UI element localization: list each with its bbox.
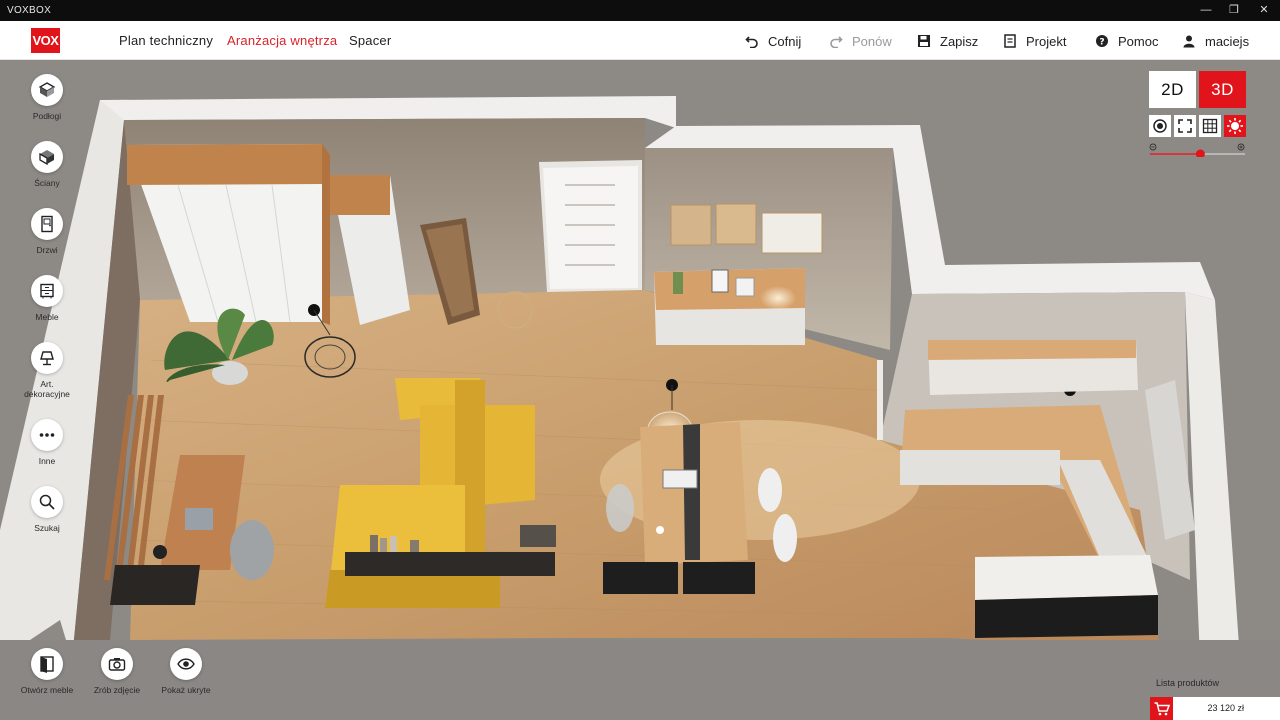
cart-summary[interactable]: 23 120 zł <box>1150 697 1280 720</box>
entrance-door <box>539 160 642 292</box>
view-3d-button[interactable]: 3D <box>1199 71 1246 108</box>
room-3d-render[interactable] <box>0 60 1280 720</box>
save-label: Zapisz <box>940 33 979 49</box>
tab-technical-plan[interactable]: Plan techniczny <box>119 33 213 48</box>
grid-toggle-button[interactable] <box>1199 115 1221 137</box>
redo-label: Ponów <box>852 33 892 49</box>
redo-icon <box>830 36 843 48</box>
help-button[interactable]: ? Pomoc <box>1095 32 1158 50</box>
door-icon <box>31 208 63 240</box>
product-list-label[interactable]: Lista produktów <box>1156 678 1219 688</box>
walls-icon <box>31 141 63 173</box>
wall-picture-1 <box>670 204 712 246</box>
minimize-button[interactable]: — <box>1195 2 1217 19</box>
sidebar-item-furniture[interactable]: Meble <box>1 275 93 322</box>
desk-chair <box>230 520 274 580</box>
sidebar-item-label: Drzwi <box>36 245 58 255</box>
lighting-toggle-button[interactable] <box>1224 115 1246 137</box>
grid-icon <box>1202 118 1218 134</box>
top-toolbar: VOX Plan techniczny Aranżacja wnętrza Sp… <box>0 21 1280 60</box>
save-icon <box>918 35 930 47</box>
sidebar-item-decorations[interactable]: Art. dekoracyjne <box>1 342 93 399</box>
window-title: VOXBOX <box>7 5 52 16</box>
user-name: maciejs <box>1205 33 1250 49</box>
wall-picture-3 <box>761 212 823 254</box>
sidebar-item-label: Meble <box>35 312 59 322</box>
sidebar-item-floors[interactable]: Podłogi <box>1 74 93 121</box>
undo-icon <box>745 36 758 48</box>
sidebar-item-search[interactable]: Szukaj <box>1 486 93 533</box>
open-cabinet-icon <box>31 648 63 680</box>
dining-table <box>640 422 748 565</box>
vox-logo: VOX <box>31 28 60 53</box>
window-title-bar: VOXBOX — ❐ ✕ <box>0 0 1280 21</box>
undo-button[interactable]: Cofnij <box>745 32 801 50</box>
user-menu[interactable]: maciejs <box>1182 32 1249 50</box>
view-2d-button[interactable]: 2D <box>1149 71 1196 108</box>
fullscreen-icon <box>1178 119 1192 133</box>
sidebar-item-label: Art. dekoracyjne <box>1 379 93 399</box>
furniture-icon <box>31 275 63 307</box>
project-button[interactable]: Projekt <box>1003 32 1066 50</box>
tab-walkthrough[interactable]: Spacer <box>349 33 391 48</box>
help-icon: ? <box>1096 35 1108 48</box>
sidebar-item-label: Podłogi <box>32 111 62 121</box>
cart-total: 23 120 zł <box>1207 703 1244 713</box>
fullscreen-button[interactable] <box>1174 115 1196 137</box>
target-icon <box>1153 119 1167 133</box>
close-button[interactable]: ✕ <box>1253 2 1275 19</box>
restore-button[interactable]: ❐ <box>1223 2 1245 19</box>
help-label: Pomoc <box>1118 33 1159 49</box>
sidebar-item-other[interactable]: Inne <box>1 419 93 466</box>
zoom-thumb[interactable] <box>1195 149 1205 159</box>
tab-interior-design[interactable]: Aranżacja wnętrza <box>227 33 337 48</box>
label-line: Art. <box>40 379 54 389</box>
svg-text:?: ? <box>1099 38 1104 48</box>
wall-picture-2 <box>715 203 757 245</box>
zoom-in-icon[interactable] <box>1237 143 1245 151</box>
sun-icon <box>1227 118 1243 134</box>
show-hidden-label: Pokaż ukryte <box>161 685 211 695</box>
document-icon <box>1004 34 1016 48</box>
cart-icon[interactable] <box>1150 697 1173 720</box>
lamp-icon <box>31 342 63 374</box>
redo-button[interactable]: Ponów <box>829 32 892 50</box>
sidebar-item-doors[interactable]: Drzwi <box>1 208 93 255</box>
sidebar-item-label: Inne <box>38 456 56 466</box>
sidebar-item-label: Ściany <box>34 178 60 188</box>
zoom-slider[interactable] <box>1149 143 1246 159</box>
sidebar-item-label: Szukaj <box>34 523 60 533</box>
project-label: Projekt <box>1026 33 1067 49</box>
zoom-out-icon[interactable] <box>1149 143 1157 151</box>
show-hidden-button[interactable]: Pokaż ukryte <box>140 648 232 695</box>
search-icon <box>31 486 63 518</box>
undo-label: Cofnij <box>768 33 802 49</box>
kitchen-upper-cabinets <box>928 340 1138 395</box>
floor-icon <box>31 74 63 106</box>
camera-target-button[interactable] <box>1149 115 1171 137</box>
more-icon <box>31 419 63 451</box>
sideboard <box>654 268 805 345</box>
camera-icon <box>101 648 133 680</box>
user-icon <box>1183 35 1195 48</box>
label-line: dekoracyjne <box>24 389 70 399</box>
save-button[interactable]: Zapisz <box>917 32 978 50</box>
3d-viewport[interactable]: Podłogi Ściany Drzwi Meble Art. dekoracyj… <box>0 60 1280 720</box>
sidebar-item-walls[interactable]: Ściany <box>1 141 93 188</box>
eye-icon <box>170 648 202 680</box>
